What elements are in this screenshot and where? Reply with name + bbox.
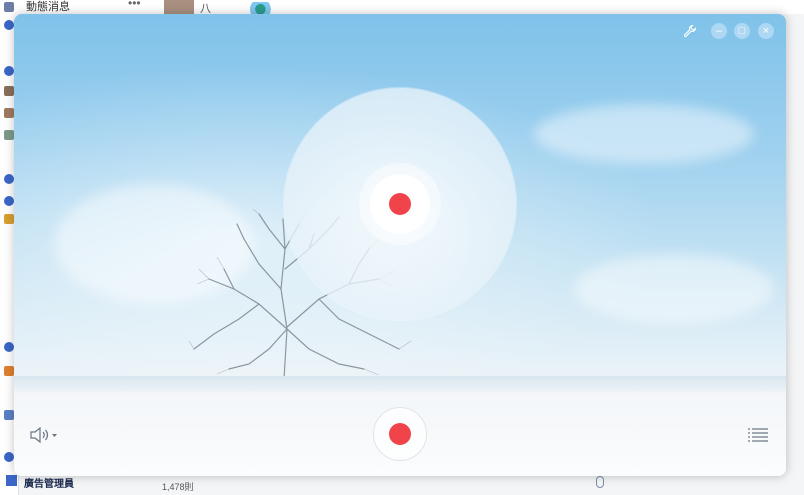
sidebar-icon	[4, 452, 14, 462]
sidebar-icon	[4, 410, 14, 420]
paperclip-icon	[596, 476, 604, 488]
close-icon: ×	[762, 25, 770, 37]
cloud	[574, 254, 774, 324]
sidebar-icon	[4, 174, 14, 184]
recording-disc	[284, 88, 516, 320]
close-button[interactable]: ×	[758, 23, 774, 39]
sidebar-icon	[4, 20, 14, 30]
record-indicator-icon	[389, 193, 411, 215]
record-button[interactable]	[373, 407, 427, 461]
background-logo-icon	[250, 2, 276, 14]
horizon	[14, 376, 786, 392]
sidebar-icon	[4, 130, 14, 140]
recorder-window: – □ ×	[14, 14, 786, 476]
post-count: 1,478則	[162, 482, 194, 492]
maximize-icon: □	[738, 25, 746, 37]
speaker-icon	[30, 426, 57, 444]
minimize-button[interactable]: –	[711, 23, 727, 39]
ads-manager-icon	[6, 475, 17, 486]
wrench-icon[interactable]	[682, 23, 698, 39]
list-menu-button[interactable]	[748, 428, 768, 442]
sidebar-icon	[4, 342, 14, 352]
record-icon	[389, 423, 411, 445]
news-feed-label[interactable]: 動態消息	[26, 0, 70, 14]
maximize-button[interactable]: □	[734, 23, 750, 39]
sidebar-icon	[4, 196, 14, 206]
more-icon[interactable]: •••	[128, 0, 141, 10]
minimize-icon: –	[715, 25, 723, 37]
sidebar-icon	[4, 66, 14, 76]
sidebar-icon	[4, 2, 14, 12]
sidebar-icon	[4, 86, 14, 96]
avatar	[164, 0, 194, 14]
speaker-volume-button[interactable]	[29, 426, 59, 444]
disc-center[interactable]	[370, 174, 430, 234]
cloud	[534, 104, 754, 164]
ads-manager-label[interactable]: 廣告管理員	[24, 475, 74, 490]
sidebar-icon	[4, 108, 14, 118]
sidebar-icon	[4, 214, 14, 224]
list-menu-icon	[748, 428, 768, 442]
sidebar-icon	[4, 366, 14, 376]
